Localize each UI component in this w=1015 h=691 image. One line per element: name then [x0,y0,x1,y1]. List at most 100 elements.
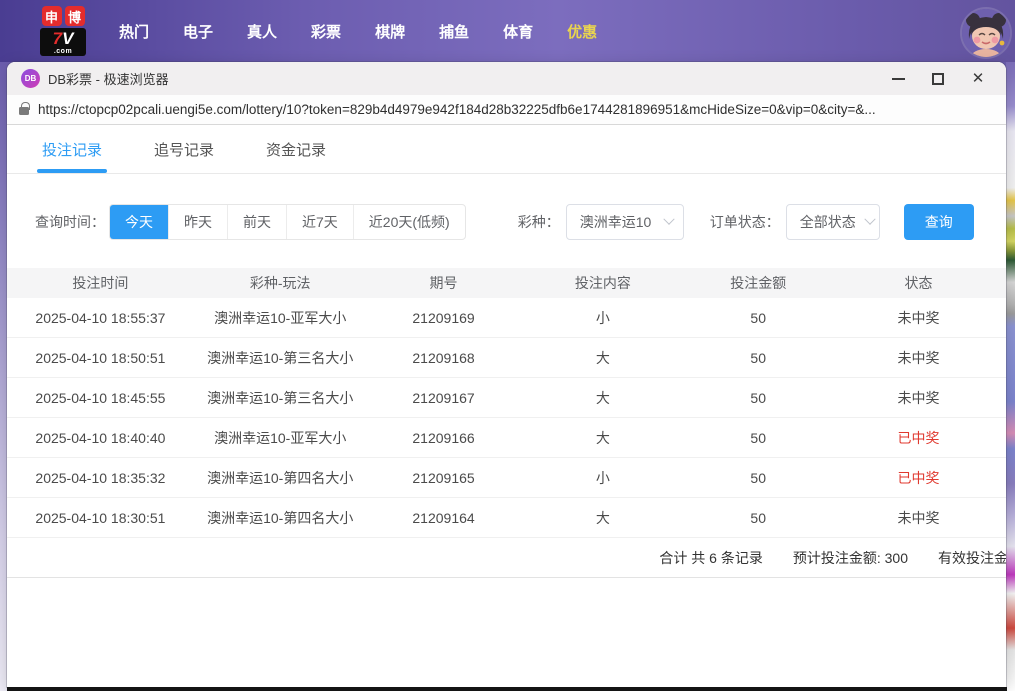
address-bar[interactable]: https://ctopcp02pcali.uengi5e.com/lotter… [7,95,1006,125]
window-controls: ✕ [878,65,998,93]
minimize-icon [892,78,905,80]
header-bet-content: 投注内容 [520,273,685,293]
filter-bar: 查询时间： 今天 昨天 前天 近7天 近20天(低频) 彩种： 澳洲幸运10 订… [7,204,1006,240]
cartoon-girl-avatar-icon [962,9,1010,57]
maximize-icon [932,73,944,85]
logo-badges: 申 博 [42,6,85,26]
order-status-value: 全部状态 [800,212,856,232]
nav-item-promo[interactable]: 优惠 [567,21,597,42]
site-logo[interactable]: 申 博 7V .com [35,6,91,56]
search-button[interactable]: 查询 [904,204,974,240]
time-option-20days[interactable]: 近20天(低频) [353,205,465,239]
time-option-day-before[interactable]: 前天 [227,205,286,239]
table-header-row: 投注时间 彩种-玩法 期号 投注内容 投注金额 状态 [7,268,1006,298]
time-option-today[interactable]: 今天 [110,205,168,239]
record-tabs: 投注记录 追号记录 资金记录 [7,125,1006,174]
cell-bet-content: 小 [520,308,685,328]
cell-issue: 21209166 [367,430,521,446]
logo-com: .com [40,48,86,55]
logo-brand: 7V .com [40,28,86,56]
summary-expected-amount: 预计投注金额: 300 [793,548,908,568]
page-content: 投注记录 追号记录 资金记录 查询时间： 今天 昨天 前天 近7天 近20天(低… [7,125,1006,687]
close-icon: ✕ [972,71,985,86]
cell-status: 未中奖 [831,348,1006,368]
cell-bet-content: 大 [520,508,685,528]
summary-valid-amount-clipped: 有效投注金 [938,548,1006,568]
nav-item-cards[interactable]: 棋牌 [375,21,405,42]
cell-bet-time: 2025-04-10 18:55:37 [7,310,194,326]
cell-issue: 21209169 [367,310,521,326]
cell-status: 未中奖 [831,508,1006,528]
cell-bet-time: 2025-04-10 18:45:55 [7,390,194,406]
cell-bet-time: 2025-04-10 18:30:51 [7,510,194,526]
summary-total-records: 合计 共 6 条记录 [659,548,762,568]
logo-badge-bo: 博 [65,6,85,26]
cell-issue: 21209168 [367,350,521,366]
tab-chase-records[interactable]: 追号记录 [154,139,214,173]
cell-bet-content: 大 [520,388,685,408]
chevron-down-icon [864,214,875,225]
table-row: 2025-04-10 18:35:32 澳洲幸运10-第四名大小 2120916… [7,458,1006,498]
time-filter-label: 查询时间： [35,212,105,232]
chevron-down-icon [663,214,674,225]
status-filter-label: 订单状态： [710,212,780,232]
bet-records-table: 投注时间 彩种-玩法 期号 投注内容 投注金额 状态 2025-04-10 18… [7,268,1006,578]
lottery-select[interactable]: 澳洲幸运10 [566,204,684,240]
cell-bet-time: 2025-04-10 18:35:32 [7,470,194,486]
time-option-yesterday[interactable]: 昨天 [168,205,227,239]
nav-item-hot[interactable]: 热门 [119,21,149,42]
cell-status: 未中奖 [831,308,1006,328]
browser-window: DB DB彩票 - 极速浏览器 ✕ https://ctopcp02pcali.… [7,62,1006,687]
cell-bet-amount: 50 [685,310,831,326]
table-row: 2025-04-10 18:55:37 澳洲幸运10-亚军大小 21209169… [7,298,1006,338]
cell-status: 已中奖 [831,428,1006,448]
nav-item-lottery[interactable]: 彩票 [311,21,341,42]
cell-bet-time: 2025-04-10 18:40:40 [7,430,194,446]
cell-lottery-play: 澳洲幸运10-第四名大小 [194,508,367,528]
close-button[interactable]: ✕ [958,65,998,93]
maximize-button[interactable] [918,65,958,93]
cell-lottery-play: 澳洲幸运10-第四名大小 [194,468,367,488]
site-nav-items: 热门 电子 真人 彩票 棋牌 捕鱼 体育 优惠 [119,21,597,42]
nav-item-sports[interactable]: 体育 [503,21,533,42]
cell-bet-amount: 50 [685,430,831,446]
header-bet-amount: 投注金额 [685,273,831,293]
cell-bet-amount: 50 [685,470,831,486]
time-option-7days[interactable]: 近7天 [286,205,353,239]
table-row: 2025-04-10 18:30:51 澳洲幸运10-第四名大小 2120916… [7,498,1006,538]
bottom-edge-bar [7,687,1007,691]
header-lottery-play: 彩种-玩法 [194,273,367,293]
cell-issue: 21209167 [367,390,521,406]
cell-bet-content: 大 [520,348,685,368]
time-range-group: 今天 昨天 前天 近7天 近20天(低频) [109,204,466,240]
header-issue: 期号 [367,273,521,293]
db-favicon-icon: DB [21,69,40,88]
site-top-nav: 申 博 7V .com 热门 电子 真人 彩票 棋牌 捕鱼 体育 优惠 [0,0,1015,62]
cell-status: 已中奖 [831,468,1006,488]
cell-bet-time: 2025-04-10 18:50:51 [7,350,194,366]
cell-lottery-play: 澳洲幸运10-第三名大小 [194,388,367,408]
nav-item-slots[interactable]: 电子 [183,21,213,42]
user-avatar[interactable] [962,9,1010,57]
cell-lottery-play: 澳洲幸运10-亚军大小 [194,308,367,328]
url-text[interactable]: https://ctopcp02pcali.uengi5e.com/lotter… [38,102,876,117]
cell-lottery-play: 澳洲幸运10-亚军大小 [194,428,367,448]
cell-status: 未中奖 [831,388,1006,408]
logo-v: V [62,29,73,48]
lottery-filter-label: 彩种： [518,212,560,232]
tab-fund-records[interactable]: 资金记录 [266,139,326,173]
minimize-button[interactable] [878,65,918,93]
nav-item-live[interactable]: 真人 [247,21,277,42]
cell-issue: 21209164 [367,510,521,526]
lock-icon[interactable] [19,107,29,115]
table-row: 2025-04-10 18:40:40 澳洲幸运10-亚军大小 21209166… [7,418,1006,458]
order-status-select[interactable]: 全部状态 [786,204,880,240]
table-summary-row: 合计 共 6 条记录 预计投注金额: 300 有效投注金 [7,538,1006,578]
header-status: 状态 [831,273,1006,293]
tab-bet-records[interactable]: 投注记录 [42,139,102,173]
nav-item-fishing[interactable]: 捕鱼 [439,21,469,42]
cell-bet-content: 大 [520,428,685,448]
cell-bet-content: 小 [520,468,685,488]
window-titlebar[interactable]: DB DB彩票 - 极速浏览器 ✕ [7,62,1006,95]
logo-7: 7 [53,29,62,48]
